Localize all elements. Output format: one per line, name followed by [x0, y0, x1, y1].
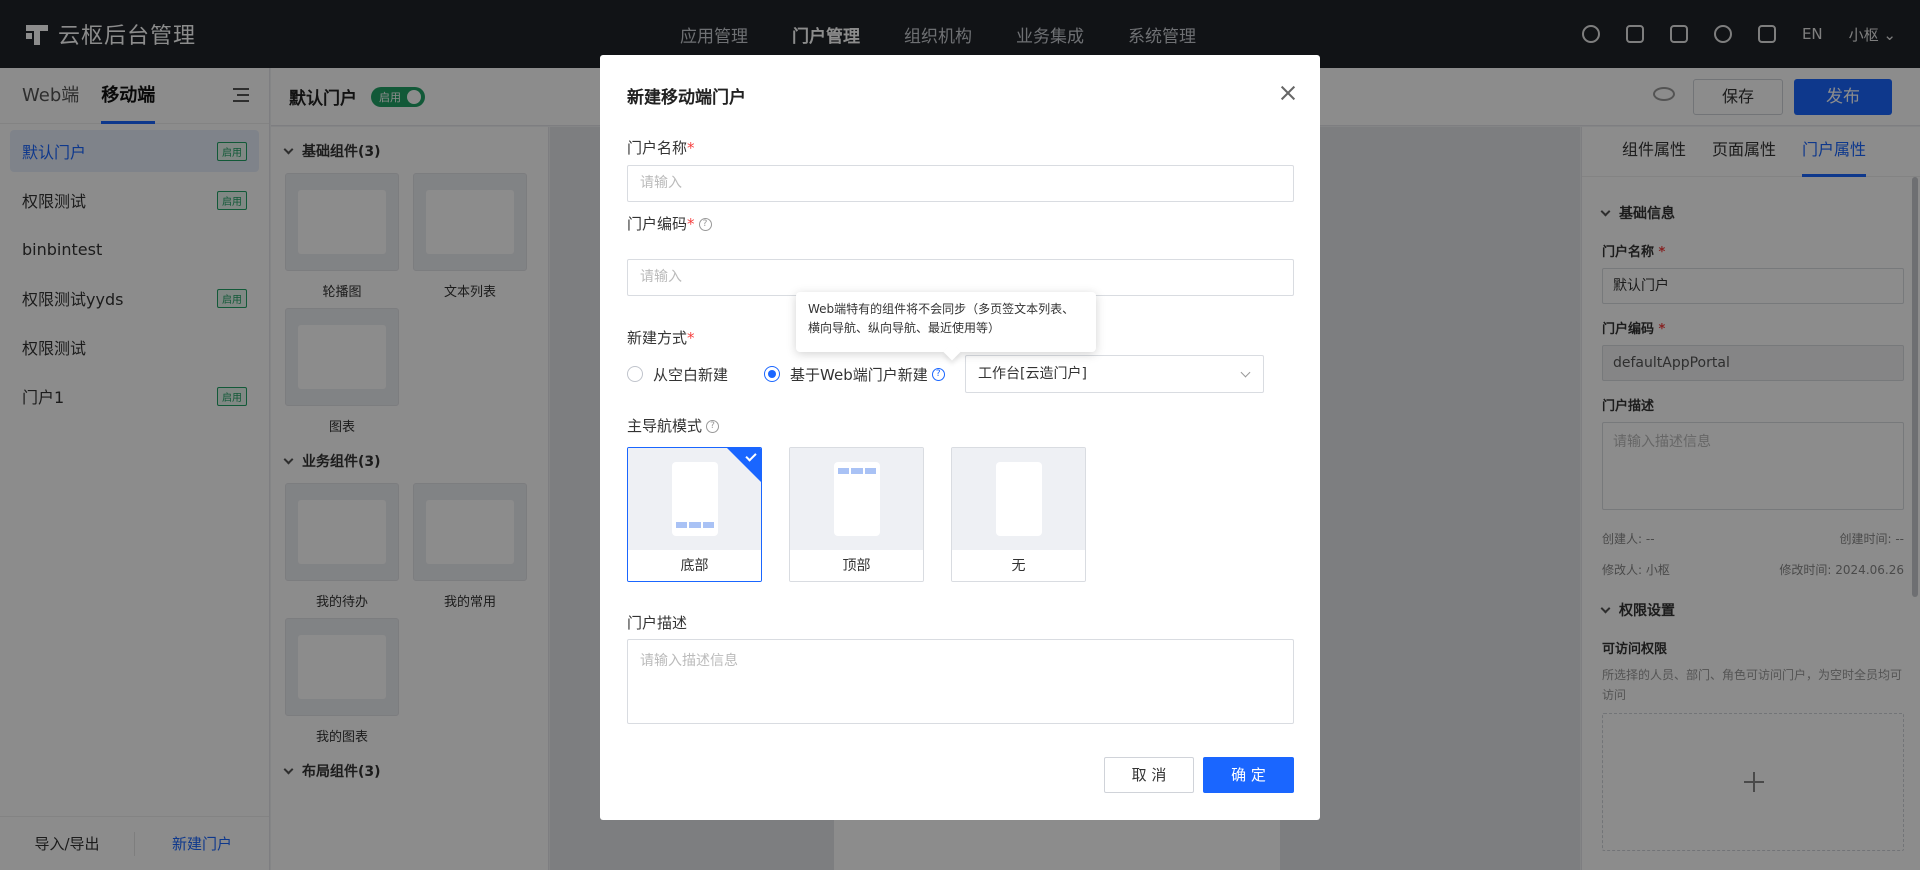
nav-option-bottom[interactable]: 底部	[627, 447, 762, 582]
portal-code-input[interactable]: 请输入	[627, 259, 1294, 296]
chevron-down-icon	[1240, 367, 1251, 378]
radio-label[interactable]: 从空白新建	[653, 364, 728, 385]
field-label: 新建方式*	[627, 329, 695, 347]
portal-name-input[interactable]: 请输入	[627, 165, 1294, 202]
cancel-button[interactable]: 取 消	[1104, 757, 1194, 793]
radio-web-based[interactable]	[764, 366, 781, 382]
help-icon[interactable]: ?	[931, 367, 945, 381]
field-label: 门户编码*?	[627, 213, 712, 234]
nav-preview	[952, 448, 1085, 550]
web-portal-select[interactable]: 工作台[云造门户]	[965, 355, 1264, 393]
help-icon[interactable]: ?	[698, 218, 712, 231]
create-method-radio-group: 从空白新建 基于Web端门户新建 ?	[627, 355, 945, 393]
radio-blank[interactable]	[627, 366, 643, 382]
nav-option-none[interactable]: 无	[951, 447, 1086, 582]
dialog-title: 新建移动端门户	[627, 88, 746, 108]
confirm-button[interactable]: 确 定	[1203, 757, 1294, 793]
nav-option-label: 无	[952, 550, 1085, 581]
nav-option-label: 顶部	[790, 550, 923, 581]
field-label: 主导航模式?	[627, 415, 720, 436]
field-label: 门户名称*	[627, 139, 695, 157]
nav-preview	[790, 448, 923, 550]
new-mobile-portal-dialog: 新建移动端门户 门户名称* 请输入 门户编码*? 请输入 新建方式* 从空白新建…	[600, 55, 1320, 820]
nav-option-top[interactable]: 顶部	[789, 447, 924, 582]
radio-label[interactable]: 基于Web端门户新建	[790, 364, 928, 385]
select-value: 工作台[云造门户]	[978, 366, 1087, 382]
nav-option-label: 底部	[628, 550, 761, 581]
help-icon[interactable]: ?	[706, 420, 720, 433]
close-icon[interactable]	[1280, 85, 1296, 101]
portal-description-input[interactable]: 请输入描述信息	[627, 639, 1294, 724]
field-label: 门户描述	[627, 614, 688, 632]
tooltip: Web端特有的组件将不会同步（多页签文本列表、横向导航、纵向导航、最近使用等）	[796, 292, 1096, 352]
